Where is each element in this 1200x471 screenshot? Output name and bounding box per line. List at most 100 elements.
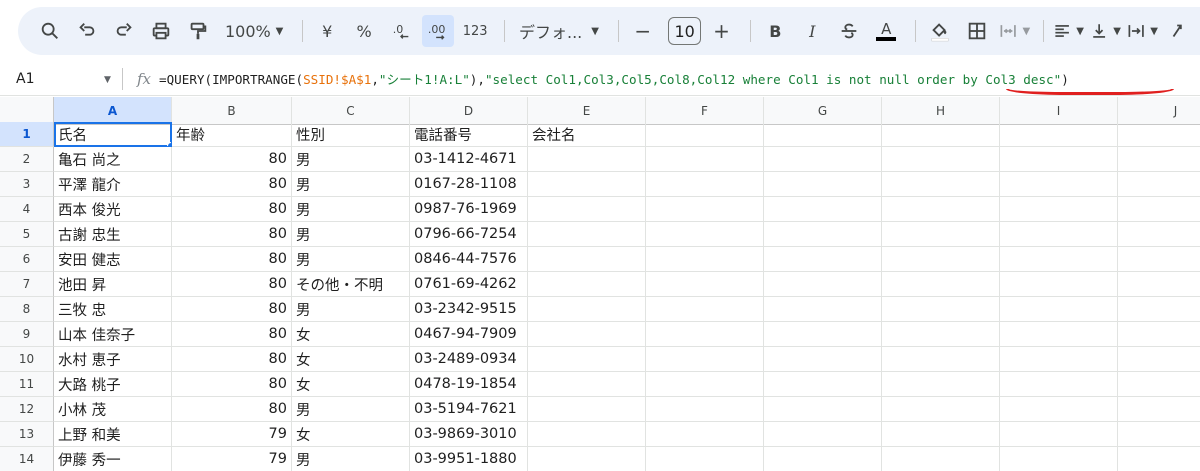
undo-button[interactable] bbox=[71, 15, 103, 47]
cell-a2[interactable]: 亀石 尚之 bbox=[54, 147, 172, 172]
cell-h7[interactable] bbox=[882, 272, 1000, 297]
cell-i5[interactable] bbox=[1000, 222, 1118, 247]
cell-f12[interactable] bbox=[646, 397, 764, 422]
cell-f2[interactable] bbox=[646, 147, 764, 172]
cell-h2[interactable] bbox=[882, 147, 1000, 172]
cell-f7[interactable] bbox=[646, 272, 764, 297]
number-format-button[interactable]: 123 bbox=[459, 15, 491, 47]
column-header-c[interactable]: C bbox=[292, 97, 410, 125]
cell-d8[interactable]: 03-2342-9515 bbox=[410, 297, 528, 322]
cell-c12[interactable]: 男 bbox=[292, 397, 410, 422]
cell-b7[interactable]: 80 bbox=[172, 272, 292, 297]
cell-f5[interactable] bbox=[646, 222, 764, 247]
cell-e12[interactable] bbox=[528, 397, 646, 422]
cell-a1[interactable]: 氏名 bbox=[54, 122, 172, 147]
cell-a13[interactable]: 上野 和美 bbox=[54, 422, 172, 447]
cell-d3[interactable]: 0167-28-1108 bbox=[410, 172, 528, 197]
column-header-d[interactable]: D bbox=[410, 97, 528, 125]
cell-f9[interactable] bbox=[646, 322, 764, 347]
cell-g10[interactable] bbox=[764, 347, 882, 372]
column-header-j[interactable]: J bbox=[1118, 97, 1200, 125]
cell-g2[interactable] bbox=[764, 147, 882, 172]
cell-b4[interactable]: 80 bbox=[172, 197, 292, 222]
row-header[interactable]: 10 bbox=[0, 347, 54, 372]
cell-b14[interactable]: 79 bbox=[172, 447, 292, 471]
column-header-e[interactable]: E bbox=[528, 97, 646, 125]
cell-h1[interactable] bbox=[882, 122, 1000, 147]
cell-a14[interactable]: 伊藤 秀一 bbox=[54, 447, 172, 471]
cell-h3[interactable] bbox=[882, 172, 1000, 197]
decrease-font-size-button[interactable]: − bbox=[627, 15, 659, 47]
cell-g5[interactable] bbox=[764, 222, 882, 247]
formula-input[interactable]: =QUERY(IMPORTRANGE(SSID!$A$1,"シート1!A:L")… bbox=[159, 69, 1069, 88]
cell-i3[interactable] bbox=[1000, 172, 1118, 197]
row-header[interactable]: 9 bbox=[0, 322, 54, 347]
font-size-input[interactable]: 10 bbox=[667, 17, 702, 45]
cell-c10[interactable]: 女 bbox=[292, 347, 410, 372]
print-button[interactable] bbox=[145, 15, 177, 47]
cell-c8[interactable]: 男 bbox=[292, 297, 410, 322]
cell-j14[interactable] bbox=[1118, 447, 1200, 471]
text-rotation-button[interactable] bbox=[1163, 15, 1195, 47]
row-header[interactable]: 5 bbox=[0, 222, 54, 247]
cell-a10[interactable]: 水村 恵子 bbox=[54, 347, 172, 372]
cell-e4[interactable] bbox=[528, 197, 646, 222]
cell-f1[interactable] bbox=[646, 122, 764, 147]
cell-e10[interactable] bbox=[528, 347, 646, 372]
row-header[interactable]: 14 bbox=[0, 447, 54, 471]
fill-handle[interactable] bbox=[167, 142, 171, 146]
row-header[interactable]: 2 bbox=[0, 147, 54, 172]
cell-b5[interactable]: 80 bbox=[172, 222, 292, 247]
cell-b10[interactable]: 80 bbox=[172, 347, 292, 372]
row-header[interactable]: 1 bbox=[0, 122, 54, 147]
cell-j7[interactable] bbox=[1118, 272, 1200, 297]
cell-h14[interactable] bbox=[882, 447, 1000, 471]
cell-h9[interactable] bbox=[882, 322, 1000, 347]
cell-c13[interactable]: 女 bbox=[292, 422, 410, 447]
row-header[interactable]: 8 bbox=[0, 297, 54, 322]
cell-g3[interactable] bbox=[764, 172, 882, 197]
cell-b6[interactable]: 80 bbox=[172, 247, 292, 272]
increase-font-size-button[interactable]: + bbox=[705, 15, 737, 47]
search-menus-button[interactable] bbox=[34, 15, 66, 47]
cell-i4[interactable] bbox=[1000, 197, 1118, 222]
cell-h10[interactable] bbox=[882, 347, 1000, 372]
cell-h8[interactable] bbox=[882, 297, 1000, 322]
cell-j9[interactable] bbox=[1118, 322, 1200, 347]
cell-e14[interactable] bbox=[528, 447, 646, 471]
cell-j11[interactable] bbox=[1118, 372, 1200, 397]
cell-c5[interactable]: 男 bbox=[292, 222, 410, 247]
cell-g12[interactable] bbox=[764, 397, 882, 422]
cell-d5[interactable]: 0796-66-7254 bbox=[410, 222, 528, 247]
cell-b1[interactable]: 年齢 bbox=[172, 122, 292, 147]
name-box[interactable]: A1 bbox=[0, 62, 102, 95]
row-header[interactable]: 11 bbox=[0, 372, 54, 397]
cell-j5[interactable] bbox=[1118, 222, 1200, 247]
cell-j4[interactable] bbox=[1118, 197, 1200, 222]
row-header[interactable]: 13 bbox=[0, 422, 54, 447]
column-header-f[interactable]: F bbox=[646, 97, 764, 125]
cell-c11[interactable]: 女 bbox=[292, 372, 410, 397]
cell-g7[interactable] bbox=[764, 272, 882, 297]
cell-i1[interactable] bbox=[1000, 122, 1118, 147]
cell-j10[interactable] bbox=[1118, 347, 1200, 372]
cell-j1[interactable] bbox=[1118, 122, 1200, 147]
cell-f6[interactable] bbox=[646, 247, 764, 272]
row-header[interactable]: 12 bbox=[0, 397, 54, 422]
cell-j3[interactable] bbox=[1118, 172, 1200, 197]
strikethrough-button[interactable] bbox=[833, 15, 865, 47]
cell-d9[interactable]: 0467-94-7909 bbox=[410, 322, 528, 347]
cell-d10[interactable]: 03-2489-0934 bbox=[410, 347, 528, 372]
cell-h5[interactable] bbox=[882, 222, 1000, 247]
cell-f4[interactable] bbox=[646, 197, 764, 222]
decrease-decimal-button[interactable]: .0 bbox=[385, 15, 417, 47]
cell-a7[interactable]: 池田 昇 bbox=[54, 272, 172, 297]
cell-i8[interactable] bbox=[1000, 297, 1118, 322]
row-header[interactable]: 7 bbox=[0, 272, 54, 297]
cell-j8[interactable] bbox=[1118, 297, 1200, 322]
cell-g1[interactable] bbox=[764, 122, 882, 147]
cell-h6[interactable] bbox=[882, 247, 1000, 272]
chevron-down-icon[interactable]: ▼ bbox=[104, 75, 111, 85]
cell-h13[interactable] bbox=[882, 422, 1000, 447]
cell-a11[interactable]: 大路 桃子 bbox=[54, 372, 172, 397]
